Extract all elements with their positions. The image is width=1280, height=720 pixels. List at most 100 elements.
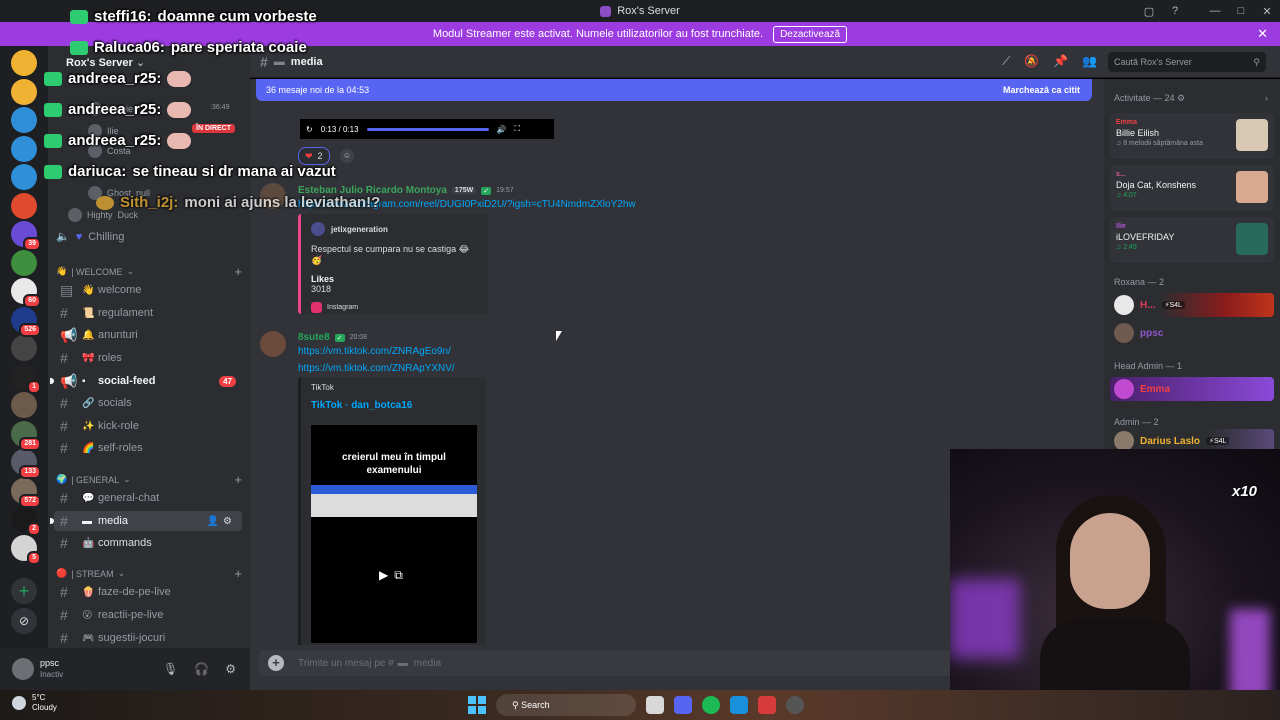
channel-label: faze-de-pe-live xyxy=(98,586,171,598)
inbox-icon[interactable]: ▢ xyxy=(1136,5,1162,18)
banner-close-icon[interactable]: ✕ xyxy=(1257,26,1268,42)
server-icon[interactable]: 5 xyxy=(11,534,41,565)
video-progress-bar[interactable] xyxy=(366,127,489,131)
obs-icon[interactable] xyxy=(786,696,804,714)
create-channel-icon[interactable]: + xyxy=(234,472,242,487)
channel-commands[interactable]: # 🤖 commands xyxy=(54,533,242,553)
channel-roles[interactable]: # 🎀 roles xyxy=(54,348,242,368)
open-external-icon[interactable]: ⧉ xyxy=(394,568,403,583)
channel-faze-de-pe-live[interactable]: # 🍿 faze-de-pe-live xyxy=(54,582,242,602)
disable-streamer-mode-button[interactable]: Dezactivează xyxy=(773,25,848,43)
channel-self-roles[interactable]: # 🌈 self-roles xyxy=(54,438,242,458)
create-channel-icon[interactable]: + xyxy=(234,566,242,581)
attach-plus-icon[interactable]: + xyxy=(268,655,284,671)
add-reaction-icon[interactable]: ☺ xyxy=(340,149,354,163)
server-icon[interactable]: 526 xyxy=(11,306,41,337)
server-icon[interactable] xyxy=(11,249,37,276)
play-icon[interactable]: ▶ xyxy=(379,568,388,583)
spotify-icon[interactable] xyxy=(702,696,720,714)
notification-bell-icon[interactable]: 🔕 xyxy=(1024,54,1039,69)
server-icon[interactable] xyxy=(11,192,37,219)
channel-sugestii-jocuri[interactable]: # 🎮 sugestii-jocuri xyxy=(54,628,242,648)
server-icon[interactable] xyxy=(11,164,37,190)
category-general[interactable]: 🌍 | GENERAL ⌄ + xyxy=(56,472,242,487)
search-input[interactable]: Caută Rox's Server ⚲ xyxy=(1108,52,1266,72)
server-icon[interactable]: 60 xyxy=(11,278,41,308)
video-player-controls: ↻ 0:13 / 0:13 🔊 ⛶ xyxy=(300,119,554,139)
volume-icon[interactable]: 🔊 xyxy=(497,125,507,134)
message-author[interactable]: 8sute8 ✓ 20:08 xyxy=(298,332,367,343)
new-messages-text: 36 mesaje noi de la 04:53 xyxy=(266,85,370,95)
server-icon[interactable]: 1 xyxy=(11,363,41,394)
gear-icon[interactable]: ⚙ xyxy=(225,662,236,676)
create-channel-icon[interactable]: + xyxy=(234,264,242,279)
maximize-button[interactable]: □ xyxy=(1228,5,1254,17)
activity-card[interactable]: Ilie iLOVEFRIDAY ♫ 2:49 xyxy=(1110,217,1274,263)
member-item[interactable]: Darius Laslo ⚡S4L xyxy=(1110,429,1274,449)
avatar[interactable] xyxy=(260,331,286,357)
channel-welcome[interactable]: ▤ 👋 welcome xyxy=(54,280,242,300)
server-icon[interactable] xyxy=(11,135,37,162)
server-icon[interactable] xyxy=(11,335,37,361)
microphone-icon[interactable]: 🎙 xyxy=(163,662,178,676)
tiktok-embed: TikTok TikTok · dan_botca16 creierul meu… xyxy=(298,377,486,645)
server-icon[interactable]: 572 xyxy=(11,477,41,508)
threads-icon[interactable]: ⟋ xyxy=(1002,54,1010,69)
channel-reactii-pe-live[interactable]: # 😮 reactii-pe-live xyxy=(54,605,242,625)
message-link[interactable]: https://vm.tiktok.com/ZNRApYXNV/ xyxy=(298,363,455,374)
gear-icon[interactable]: ⚙ xyxy=(1177,93,1185,103)
edge-icon[interactable] xyxy=(730,696,748,714)
channel-kick-role[interactable]: # ✨ kick-role xyxy=(54,416,242,436)
user-info[interactable]: ppsc Inactiv xyxy=(40,658,63,680)
embed-video[interactable]: creierul meu în timpul examenului ▶ ⧉ xyxy=(311,425,477,643)
channel-media[interactable]: # ▬ media 👤⚙ xyxy=(50,511,242,531)
server-icon[interactable]: 281 xyxy=(11,420,41,451)
channel-regulament[interactable]: # 📜 regulament xyxy=(54,303,242,323)
voice-channel-chilling[interactable]: 🔈 ♥ Chilling xyxy=(56,230,124,244)
close-window-button[interactable]: ✕ xyxy=(1254,5,1280,18)
pin-icon[interactable]: 📌 xyxy=(1053,54,1068,69)
server-icon[interactable] xyxy=(11,107,37,133)
server-icon[interactable] xyxy=(11,50,37,76)
server-icon[interactable]: 2 xyxy=(11,506,41,536)
channel-anunturi[interactable]: 📢 🔔 anunturi xyxy=(54,325,242,345)
activity-card[interactable]: Emma Billie Eilish ♫ 8 melodii săptămâna… xyxy=(1110,113,1274,159)
embed-title[interactable]: TikTok · dan_botca16 xyxy=(311,400,476,411)
embed-provider[interactable]: jetixgeneration xyxy=(311,222,478,236)
avatar[interactable] xyxy=(12,658,34,680)
category-stream[interactable]: 🔴 | STREAM ⌄ + xyxy=(56,566,242,581)
member-item[interactable]: Emma xyxy=(1110,377,1274,401)
taskbar-search[interactable]: ⚲ Search xyxy=(496,694,636,716)
headphones-icon[interactable]: 🎧 xyxy=(194,662,209,676)
file-explorer-icon[interactable] xyxy=(646,696,664,714)
replay-icon[interactable]: ↻ xyxy=(306,125,313,134)
server-icon[interactable]: 133 xyxy=(11,449,41,479)
member-list-icon[interactable]: 👥 xyxy=(1082,54,1097,69)
channel-socials[interactable]: # 🔗 socials xyxy=(54,393,242,413)
weather-widget[interactable]: 5°C Cloudy xyxy=(12,693,57,713)
channel-general-chat[interactable]: # 💬 general-chat xyxy=(54,488,242,508)
minimize-button[interactable]: — xyxy=(1202,5,1228,17)
add-server-button[interactable]: + xyxy=(11,578,37,604)
message-link[interactable]: https://vm.tiktok.com/ZNRAgEo9n/ xyxy=(298,346,451,357)
chevron-right-icon[interactable]: › xyxy=(1265,93,1268,103)
channel-settings-icons[interactable]: 👤⚙ xyxy=(207,516,236,527)
channel-social-feed[interactable]: 📢 ▪ social-feed 47 xyxy=(50,371,242,391)
explore-servers-icon[interactable]: ⊘ xyxy=(11,608,37,634)
fullscreen-icon[interactable]: ⛶ xyxy=(514,124,520,134)
app-icon[interactable] xyxy=(758,696,776,714)
new-messages-bar[interactable]: 36 mesaje noi de la 04:53 Marchează ca c… xyxy=(256,79,1092,101)
member-item[interactable]: ppsc xyxy=(1110,321,1274,345)
mark-as-read-button[interactable]: Marchează ca citit xyxy=(1003,85,1080,95)
category-label: | GENERAL xyxy=(71,474,120,485)
server-icon[interactable] xyxy=(11,78,37,105)
windows-start-icon[interactable] xyxy=(468,696,486,714)
member-item[interactable]: H... ⚡S4L xyxy=(1110,293,1274,317)
discord-icon[interactable] xyxy=(674,696,692,714)
category-welcome[interactable]: 👋 | WELCOME ⌄ + xyxy=(56,264,242,279)
channel-label: kick-role xyxy=(98,420,139,432)
server-icon[interactable] xyxy=(11,392,37,418)
activity-card[interactable]: s... Doja Cat, Konshens ♫ 4:07 xyxy=(1110,165,1274,211)
help-icon[interactable]: ? xyxy=(1162,5,1188,17)
server-icon[interactable]: 39 xyxy=(11,221,41,251)
